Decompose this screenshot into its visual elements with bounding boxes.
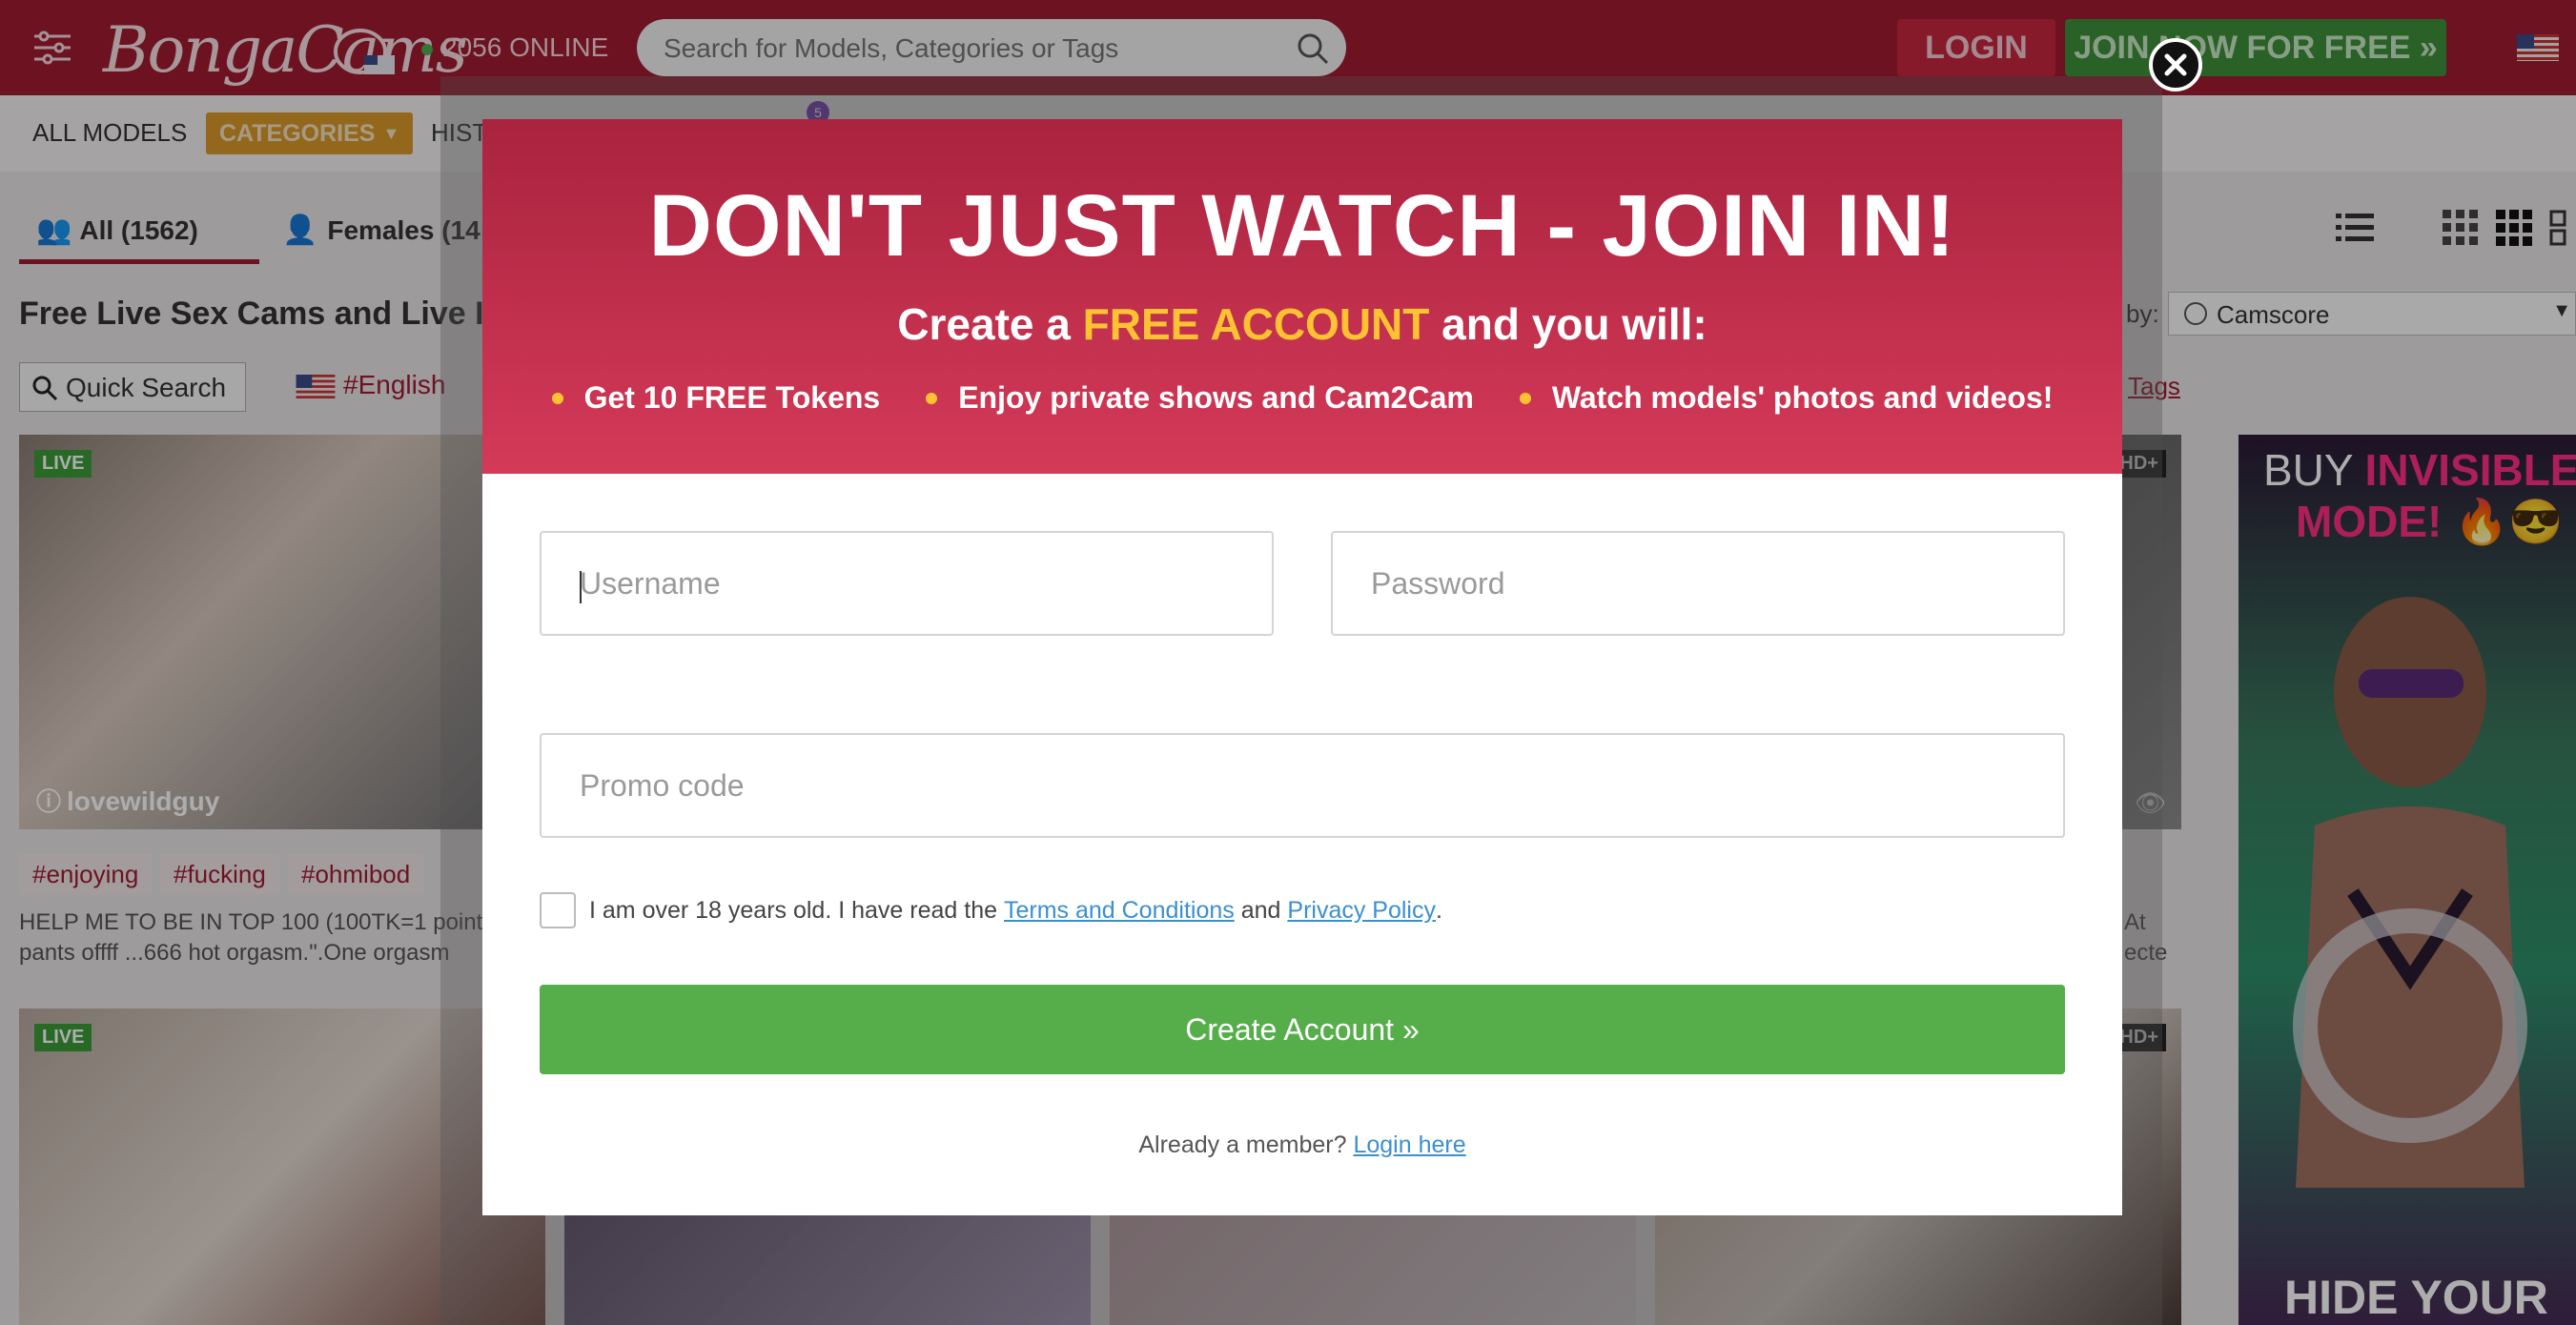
period-text: .	[1435, 896, 1442, 924]
benefit-text: Watch models' photos and videos!	[1551, 380, 2054, 415]
benefit-item: Enjoy private shows and Cam2Cam	[926, 380, 1474, 416]
username-field[interactable]	[540, 531, 1274, 636]
bullet-icon	[551, 392, 563, 404]
age-checkbox[interactable]	[540, 892, 576, 928]
modal-header: DON'T JUST WATCH - JOIN IN! Create a FRE…	[482, 119, 2122, 474]
sub-suffix: and you will:	[1441, 299, 1707, 349]
terms-link[interactable]: Terms and Conditions	[1004, 897, 1235, 925]
sub-highlight: FREE ACCOUNT	[1082, 299, 1430, 349]
text-caret	[580, 571, 582, 603]
agree-text: I am over 18 years old. I have read the	[589, 896, 998, 924]
username-input[interactable]	[542, 533, 1272, 634]
modal-headline: DON'T JUST WATCH - JOIN IN!	[648, 177, 1956, 275]
benefit-text: Enjoy private shows and Cam2Cam	[958, 380, 1474, 415]
bullet-icon	[926, 392, 938, 404]
create-account-button[interactable]: Create Account »	[540, 985, 2065, 1074]
privacy-link[interactable]: Privacy Policy	[1287, 897, 1436, 925]
modal-subheadline: Create a FREE ACCOUNT and you will:	[482, 298, 2122, 350]
promo-code-input[interactable]	[542, 735, 2063, 836]
password-field[interactable]	[1331, 531, 2065, 636]
benefit-item: Watch models' photos and videos!	[1519, 380, 2054, 416]
benefit-text: Get 10 FREE Tokens	[583, 380, 881, 415]
benefits-list: Get 10 FREE Tokens Enjoy private shows a…	[482, 380, 2122, 416]
sub-prefix: Create a	[897, 299, 1071, 349]
password-input[interactable]	[1333, 533, 2063, 634]
age-agreement: I am over 18 years old. I have read the …	[540, 891, 2065, 929]
bullet-icon	[1519, 392, 1531, 404]
member-text: Already a member?	[1138, 1131, 1347, 1158]
close-modal-button[interactable]	[2149, 38, 2202, 92]
already-member: Already a member? Login here	[482, 1131, 2122, 1159]
and-text: and	[1240, 896, 1281, 924]
login-here-link[interactable]: Login here	[1353, 1131, 1465, 1158]
benefit-item: Get 10 FREE Tokens	[551, 380, 881, 416]
close-icon	[2164, 53, 2187, 76]
promo-code-field[interactable]	[540, 733, 2065, 838]
signup-modal: DON'T JUST WATCH - JOIN IN! Create a FRE…	[482, 119, 2122, 1215]
